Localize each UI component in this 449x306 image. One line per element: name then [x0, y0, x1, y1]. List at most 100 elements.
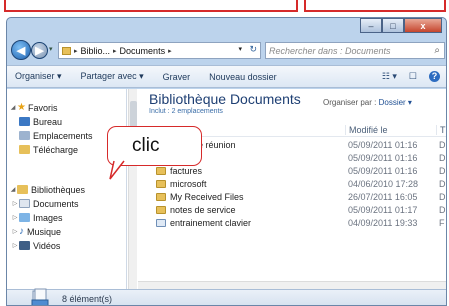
back-button[interactable]: ◀ [11, 40, 31, 60]
arrange-by-label: Organiser par : [323, 98, 377, 107]
file-type: D [439, 153, 446, 163]
file-name: factures [156, 166, 202, 176]
file-name: notes de service [156, 205, 236, 215]
window-caption-buttons: – □ x [360, 18, 442, 33]
sidebar-item-label: Favoris [27, 102, 58, 113]
expand-arrow-icon[interactable]: ▷ [11, 242, 19, 249]
tutorial-frame-right [304, 0, 446, 12]
file-row[interactable]: My Received Files 26/07/2011 16:05 D [138, 192, 446, 203]
music-icon: ♪ [19, 226, 24, 237]
folder-icon [62, 46, 71, 55]
sidebar-item-favorites[interactable]: ◢ ★ Favoris [9, 101, 58, 114]
sidebar-item-label: Bibliothèques [31, 184, 86, 195]
column-header-type[interactable]: T [436, 125, 446, 135]
file-date: 05/09/2011 01:17 [348, 205, 418, 215]
content-pane: Bibliothèque Documents Inclut : 2 emplac… [138, 89, 446, 289]
file-row[interactable]: microsoft 04/06/2010 17:28 D [138, 179, 446, 190]
libraries-icon [17, 185, 28, 194]
folder-icon [156, 180, 166, 188]
address-bar[interactable]: ▸ Biblio... ▸ Documents ▸ ▾ ↻ [58, 42, 261, 59]
file-row[interactable]: notes de service 05/09/2011 01:17 D [138, 205, 446, 216]
sidebar-item-label: Bureau [33, 116, 63, 127]
sidebar-item-images[interactable]: ▷ Images [11, 211, 63, 224]
item-count: 8 élément(s) [62, 294, 113, 304]
file-row[interactable]: entrainement clavier 04/09/2011 19:33 F [138, 218, 446, 229]
file-type: D [439, 140, 446, 150]
breadcrumb-separator: ▸ [113, 47, 117, 55]
sidebar-item-libraries[interactable]: ◢ Bibliothèques [9, 183, 85, 196]
maximize-button[interactable]: □ [382, 18, 404, 33]
places-icon [19, 131, 30, 140]
sidebar-item-videos[interactable]: ▷ Vidéos [11, 239, 61, 252]
search-input[interactable]: Rechercher dans : Documents ⌕ [265, 42, 445, 59]
recent-pages-button[interactable]: ▾ [49, 45, 53, 53]
desktop-icon [19, 117, 30, 126]
callout-pointer [109, 160, 125, 180]
download-icon [19, 145, 30, 154]
file-name: My Received Files [156, 192, 244, 202]
folder-icon [156, 206, 166, 214]
file-row[interactable]: factures 05/09/2011 01:16 D [138, 166, 446, 177]
refresh-icon[interactable]: ↻ [249, 44, 257, 55]
command-toolbar: Organiser ▾ Partager avec ▾ Graver Nouve… [7, 65, 446, 88]
folder-icon [156, 193, 166, 201]
preview-pane-icon[interactable]: ☐ [409, 71, 417, 82]
sidebar-item-places[interactable]: Emplacements [19, 129, 93, 142]
navigation-scrollbar[interactable] [128, 89, 137, 289]
explorer-window: – □ x ◀ ▶ ▾ ▸ Biblio... ▸ Documents ▸ ▾ … [6, 17, 447, 306]
breadcrumb-libraries[interactable]: Biblio... [81, 46, 111, 56]
images-icon [19, 213, 30, 222]
sidebar-item-documents[interactable]: ▷ Documents [11, 197, 79, 210]
explorer-body: ◢ ★ Favoris Bureau Emplacements Téléchar… [7, 89, 446, 289]
file-type: D [439, 166, 446, 176]
library-documents-icon [31, 288, 49, 305]
expand-arrow-icon[interactable]: ▷ [11, 228, 19, 235]
new-folder-button[interactable]: Nouveau dossier [201, 72, 288, 82]
organize-menu[interactable]: Organiser ▾ [7, 71, 73, 82]
sidebar-item-desktop[interactable]: Bureau [19, 115, 62, 128]
sidebar-item-label: Vidéos [33, 240, 61, 251]
burn-button[interactable]: Graver [155, 72, 202, 82]
star-icon: ★ [17, 102, 26, 113]
minimize-button[interactable]: – [360, 18, 382, 33]
breadcrumb-documents[interactable]: Documents [120, 46, 166, 56]
sidebar-item-label: Images [33, 212, 63, 223]
file-name: entrainement clavier [156, 218, 251, 228]
file-type: F [439, 218, 445, 228]
sidebar-item-music[interactable]: ▷ ♪ Musique [11, 225, 61, 238]
library-locations-link[interactable]: Inclut : 2 emplacements [149, 108, 223, 115]
expand-arrow-icon[interactable]: ◢ [9, 104, 17, 111]
file-date: 26/07/2011 16:05 [348, 192, 418, 202]
sidebar-item-downloads[interactable]: Télécharge [19, 143, 78, 156]
share-with-menu[interactable]: Partager avec ▾ [73, 71, 155, 82]
expand-arrow-icon[interactable]: ▷ [11, 214, 19, 221]
file-date: 04/09/2011 19:33 [348, 218, 418, 228]
content-horizontal-scrollbar[interactable] [138, 281, 446, 289]
help-icon[interactable]: ? [429, 71, 440, 82]
navigation-pane: ◢ ★ Favoris Bureau Emplacements Téléchar… [7, 89, 127, 289]
view-options-icon[interactable]: ☷ ▾ [382, 71, 397, 82]
toolbar-view-controls: ☷ ▾ ☐ ? [382, 71, 446, 82]
file-type: D [439, 192, 446, 202]
file-type: D [439, 205, 446, 215]
documents-icon [19, 199, 30, 208]
address-dropdown-icon[interactable]: ▾ [238, 45, 242, 53]
expand-arrow-icon[interactable]: ◢ [9, 186, 17, 193]
arrange-by: Organiser par : Dossier ▾ [323, 98, 412, 107]
forward-button[interactable]: ▶ [31, 42, 48, 59]
sidebar-item-label: Documents [33, 198, 79, 209]
column-header-date[interactable]: Modifié le [345, 125, 388, 135]
expand-arrow-icon[interactable]: ▷ [11, 200, 19, 207]
file-name: microsoft [156, 179, 207, 189]
file-date: 05/09/2011 01:16 [348, 153, 418, 163]
folder-icon [156, 167, 166, 175]
file-date: 04/06/2010 17:28 [348, 179, 419, 189]
breadcrumb-separator: ▸ [168, 47, 172, 55]
sidebar-item-label: Emplacements [33, 130, 93, 141]
document-icon [156, 219, 166, 227]
arrange-by-dropdown[interactable]: Dossier ▾ [379, 98, 412, 107]
search-icon[interactable]: ⌕ [434, 45, 440, 56]
callout-text: clic [132, 135, 160, 156]
close-button[interactable]: x [404, 18, 442, 33]
search-placeholder: Rechercher dans : Documents [269, 45, 391, 56]
